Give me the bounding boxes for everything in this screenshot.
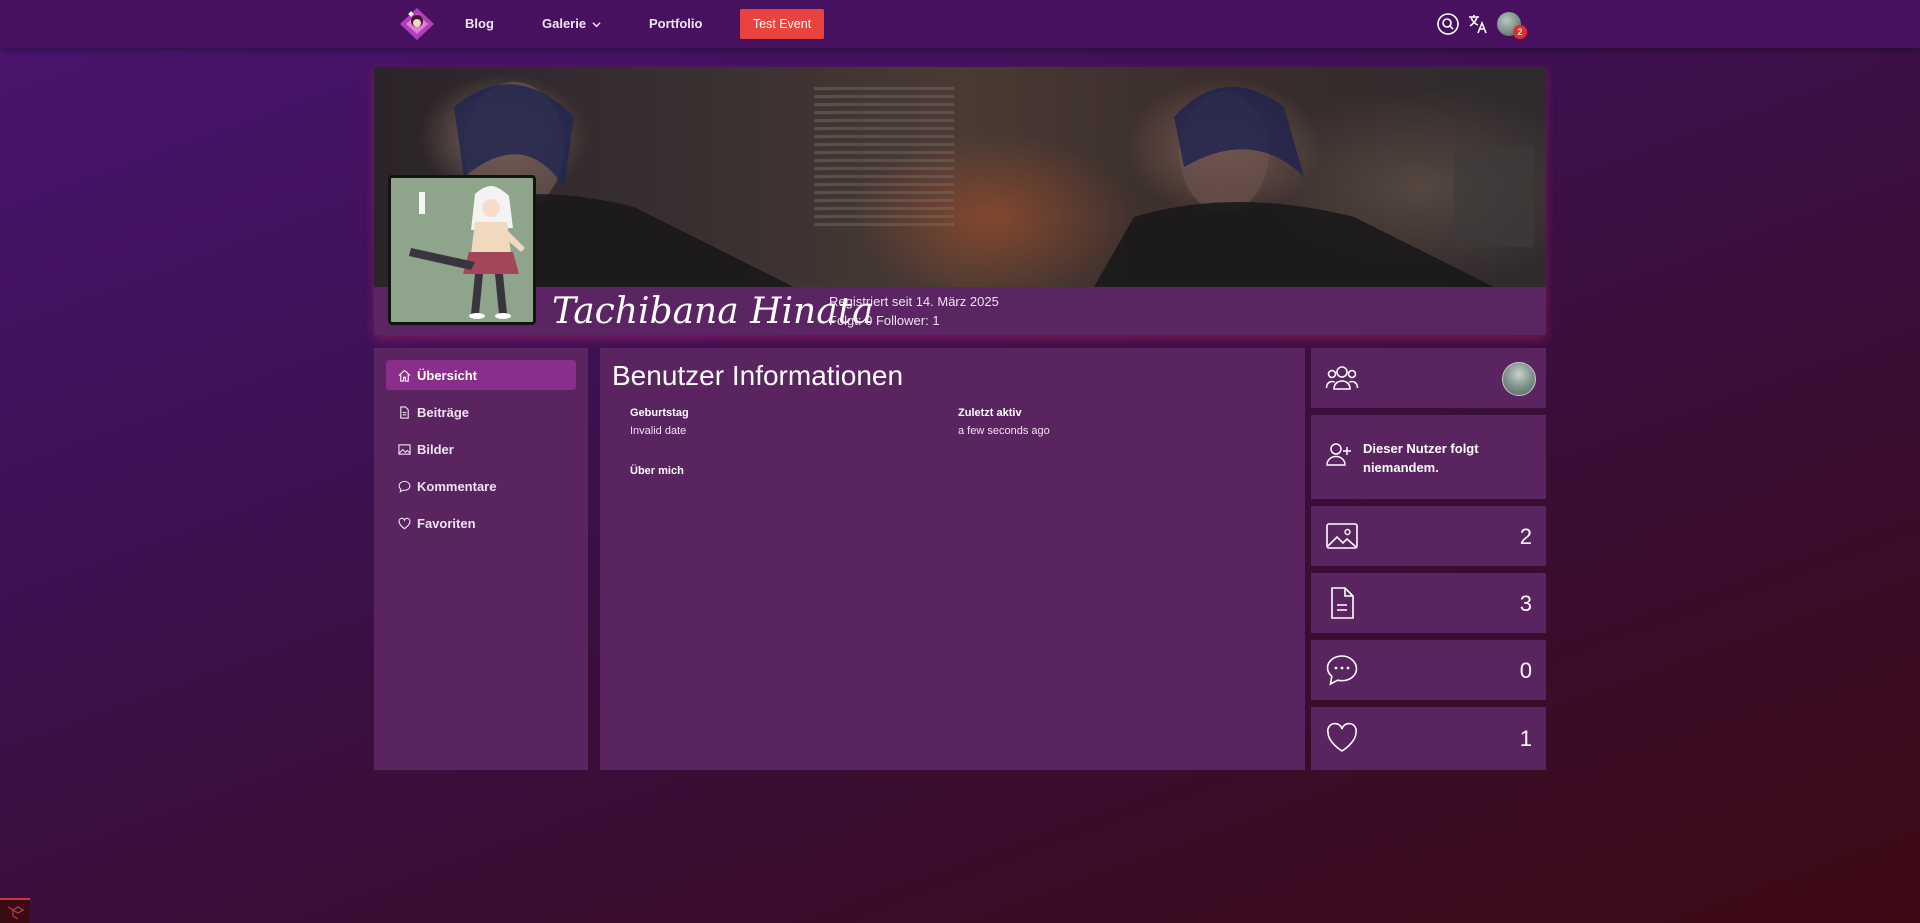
document-icon	[400, 405, 409, 419]
image-icon	[398, 443, 411, 455]
comments-count-card[interactable]: 0	[1311, 640, 1546, 700]
site-logo[interactable]	[398, 6, 436, 42]
sidebar-item-comments[interactable]: Kommentare	[386, 471, 576, 501]
laravel-icon	[7, 906, 24, 920]
sidebar-item-posts[interactable]: Beiträge	[386, 397, 576, 427]
translate-icon[interactable]	[1466, 12, 1490, 36]
users-group-icon	[1325, 366, 1359, 390]
registered-since: Registriert seit 14. März 2025	[829, 294, 999, 309]
search-icon[interactable]	[1436, 12, 1460, 36]
sidebar-item-favorites[interactable]: Favoriten	[386, 508, 576, 538]
favorites-count: 1	[1519, 726, 1532, 751]
page-title: Benutzer Informationen	[612, 360, 904, 391]
sidebar-item-label: Beiträge	[417, 404, 470, 420]
nav-blog[interactable]: Blog	[465, 16, 494, 31]
nav-galerie[interactable]: Galerie	[542, 16, 601, 31]
sidebar-item-label: Favoriten	[417, 515, 476, 531]
follower-avatar[interactable]	[1502, 362, 1536, 396]
images-count-card[interactable]: 2	[1311, 506, 1546, 566]
following-card: Dieser Nutzer folgt niemandem.	[1311, 415, 1546, 499]
favorites-count-card[interactable]: 1	[1311, 707, 1546, 770]
last-active-value: a few seconds ago	[958, 425, 1050, 437]
about-me-label: Über mich	[630, 465, 684, 477]
posts-count-card[interactable]: 3	[1311, 573, 1546, 633]
test-event-button[interactable]: Test Event	[740, 9, 824, 39]
document-icon	[1331, 587, 1354, 619]
user-plus-icon	[1326, 443, 1351, 466]
comments-count: 0	[1519, 658, 1532, 683]
image-icon	[1326, 523, 1358, 549]
profile-banner-image	[374, 67, 1546, 287]
profile-sidebar: Übersicht Beiträge Bilder Kommentare Fav…	[374, 348, 588, 770]
followers-card[interactable]	[1311, 348, 1546, 408]
sidebar-item-label: Übersicht	[417, 367, 477, 383]
registration-info: Registriert seit 14. März 2025 Folgt: 0 …	[829, 292, 999, 330]
birthday-label: Geburtstag	[630, 407, 689, 419]
sidebar-item-label: Bilder	[417, 441, 454, 457]
sidebar-item-images[interactable]: Bilder	[386, 434, 576, 464]
birthday-value: Invalid date	[630, 425, 687, 437]
banner-figures	[414, 82, 1534, 287]
user-info-panel: Benutzer Informationen Geburtstag Invali…	[600, 348, 1305, 770]
home-icon	[398, 369, 411, 382]
nav-galerie-label: Galerie	[542, 16, 587, 31]
top-navbar: Blog Galerie Portfolio Test Event 2	[0, 0, 1920, 48]
comment-icon	[1326, 655, 1358, 686]
heart-icon	[398, 517, 411, 529]
profile-username: Tachibana Hinata	[552, 290, 874, 332]
debug-toolbar-toggle[interactable]	[0, 898, 30, 923]
profile-header: Tachibana Hinata Registriert seit 14. Mä…	[374, 67, 1546, 335]
heart-icon	[1326, 722, 1358, 752]
notification-badge: 2	[1513, 25, 1527, 39]
images-count: 2	[1519, 524, 1532, 549]
chevron-down-icon	[592, 22, 601, 28]
follow-stats: Folgt: 0 Follower: 1	[829, 313, 940, 328]
posts-count: 3	[1519, 591, 1532, 616]
sidebar-item-label: Kommentare	[417, 478, 497, 494]
following-text: Dieser Nutzer folgt niemandem.	[1363, 441, 1479, 475]
comment-icon	[398, 480, 411, 493]
last-active-label: Zuletzt aktiv	[958, 407, 1022, 419]
profile-character-illustration	[409, 186, 525, 319]
profile-picture[interactable]	[388, 175, 536, 325]
nav-portfolio[interactable]: Portfolio	[649, 16, 702, 31]
sidebar-item-overview[interactable]: Übersicht	[386, 360, 576, 390]
